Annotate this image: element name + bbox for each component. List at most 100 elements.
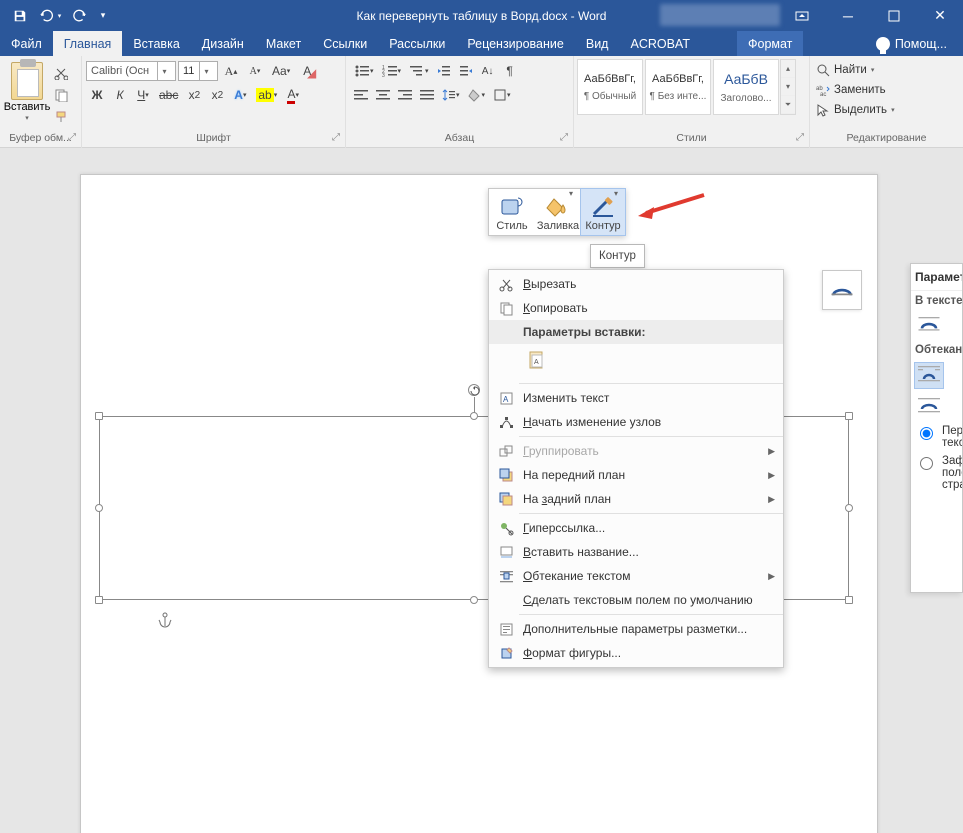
ctx-item-label: Гиперссылка... — [523, 521, 605, 535]
select-button[interactable]: Выделить▾ — [810, 100, 963, 120]
align-center-button[interactable] — [372, 84, 394, 106]
text-effects-button[interactable]: A▾ — [229, 84, 251, 106]
send-back-icon — [497, 490, 515, 508]
change-case-button[interactable]: Aa▾ — [268, 60, 294, 82]
ribbon-tabs: Файл Главная Вставка Дизайн Макет Ссылки… — [0, 31, 963, 56]
ctx-cut[interactable]: Вырезать — [489, 272, 783, 296]
bullets-button[interactable]: ▾ — [350, 60, 378, 82]
tab-insert[interactable]: Вставка — [122, 31, 190, 56]
mini-style-button[interactable]: Стиль — [489, 189, 535, 235]
tab-format-contextual[interactable]: Формат — [737, 31, 803, 56]
style-no-spacing[interactable]: АаБбВвГг,¶ Без инте... — [645, 59, 711, 115]
align-left-button[interactable] — [350, 84, 372, 106]
multilevel-list-button[interactable]: ▾ — [405, 60, 433, 82]
format-painter-button[interactable] — [50, 106, 72, 128]
paste-button[interactable]: Вставить ▾ — [4, 60, 50, 132]
dialog-launcher-icon[interactable]: ⤢ — [66, 132, 78, 144]
shading-button[interactable]: ▾ — [464, 84, 490, 106]
tab-mailings[interactable]: Рассылки — [378, 31, 456, 56]
line-spacing-button[interactable]: ▾ — [438, 84, 464, 106]
clear-formatting-button[interactable]: A◢ — [296, 60, 318, 82]
dialog-launcher-icon[interactable]: ⤢ — [558, 132, 570, 144]
ctx-bring-front[interactable]: На передний план▶ — [489, 463, 783, 487]
cut-button[interactable] — [50, 62, 72, 84]
sort-button[interactable]: A↓ — [477, 60, 499, 82]
ctx-edit-text[interactable]: AИзменить текст — [489, 386, 783, 410]
minimize-button[interactable]: ─ — [825, 0, 871, 31]
shrink-font-button[interactable]: A▾ — [244, 60, 266, 82]
copy-button[interactable] — [50, 84, 72, 106]
ctx-format[interactable]: Формат фигуры... — [489, 641, 783, 665]
ribbon-display-options[interactable] — [779, 0, 825, 31]
grow-font-button[interactable]: A▴ — [220, 60, 242, 82]
tab-file[interactable]: Файл — [0, 31, 53, 56]
highlight-button[interactable]: ab▾ — [252, 84, 281, 106]
object-anchor-icon — [158, 612, 172, 631]
ctx-link[interactable]: Гиперссылка... — [489, 516, 783, 540]
tell-me-search[interactable]: Помощ... — [876, 31, 947, 56]
tab-references[interactable]: Ссылки — [312, 31, 378, 56]
dialog-launcher-icon[interactable]: ⤢ — [330, 132, 342, 144]
ctx-item[interactable]: Сделать текстовым полем по умолчанию — [489, 588, 783, 612]
styles-scroll[interactable]: ▴▾⏷ — [780, 59, 796, 115]
layout-opt-through[interactable] — [914, 393, 944, 420]
rotation-handle[interactable] — [468, 384, 480, 396]
layout-radio-fix-position[interactable]: Зафполостран — [911, 452, 962, 494]
redo-button[interactable] — [66, 0, 94, 31]
mini-outline-button[interactable]: ▾ Контур — [580, 188, 626, 236]
svg-text:ac: ac — [820, 92, 826, 97]
mini-fill-button[interactable]: ▾ Заливка — [535, 189, 581, 235]
style-normal[interactable]: АаБбВвГг,¶ Обычный — [577, 59, 643, 115]
ctx-more[interactable]: Дополнительные параметры разметки... — [489, 617, 783, 641]
bold-button[interactable]: Ж — [86, 84, 108, 106]
group-clipboard-label: Буфер обм...⤢ — [0, 132, 81, 148]
layout-options-button[interactable] — [822, 270, 862, 310]
tab-acrobat[interactable]: ACROBAT — [619, 31, 701, 56]
tab-review[interactable]: Рецензирование — [456, 31, 575, 56]
close-button[interactable]: ✕ — [917, 0, 963, 31]
tab-design[interactable]: Дизайн — [191, 31, 255, 56]
italic-button[interactable]: К — [109, 84, 131, 106]
increase-indent-button[interactable] — [455, 60, 477, 82]
style-heading1[interactable]: АаБбВЗаголово... — [713, 59, 779, 115]
strikethrough-button[interactable]: abc — [155, 84, 182, 106]
layout-opt-inline[interactable] — [914, 313, 944, 338]
chevron-right-icon: ▶ — [768, 470, 775, 481]
font-name-combo[interactable]: Calibri (Осн▾ — [86, 61, 176, 81]
tab-view[interactable]: Вид — [575, 31, 620, 56]
ctx-edit-points[interactable]: Начать изменение узлов — [489, 410, 783, 434]
layout-radio-move-with-text[interactable]: Пертекс — [911, 422, 962, 452]
lightbulb-icon — [876, 37, 890, 51]
align-right-button[interactable] — [394, 84, 416, 106]
layout-opt-square[interactable] — [914, 362, 944, 389]
document-area[interactable]: Параметр В тексте Обтекани Пертекс Зафпо… — [0, 148, 963, 833]
dialog-launcher-icon[interactable]: ⤢ — [794, 132, 806, 144]
undo-button[interactable]: ▾ — [36, 0, 64, 31]
subscript-button[interactable]: x2 — [183, 84, 205, 106]
justify-button[interactable] — [416, 84, 438, 106]
ribbon: Вставить ▾ Буфер обм...⤢ Calibri (Осн▾ 1… — [0, 56, 963, 148]
ctx-caption[interactable]: Вставить название... — [489, 540, 783, 564]
tab-home[interactable]: Главная — [53, 31, 123, 56]
paste-option-keep-formatting[interactable]: A — [523, 347, 551, 375]
maximize-button[interactable] — [871, 0, 917, 31]
find-button[interactable]: Найти▾ — [810, 60, 963, 80]
font-size-combo[interactable]: 11▾ — [178, 61, 218, 81]
font-color-button[interactable]: A▾ — [282, 84, 304, 106]
underline-button[interactable]: Ч▾ — [132, 84, 154, 106]
show-paragraph-marks-button[interactable]: ¶ — [499, 60, 521, 82]
ctx-copy[interactable]: Копировать — [489, 296, 783, 320]
save-button[interactable] — [6, 0, 34, 31]
decrease-indent-button[interactable] — [433, 60, 455, 82]
replace-button[interactable]: abacЗаменить — [810, 80, 963, 100]
ctx-send-back[interactable]: На задний план▶ — [489, 487, 783, 511]
tab-layout[interactable]: Макет — [255, 31, 312, 56]
borders-button[interactable]: ▾ — [489, 84, 515, 106]
group-paragraph-label: Абзац⤢ — [346, 132, 573, 148]
group-clipboard: Вставить ▾ Буфер обм...⤢ — [0, 56, 82, 148]
superscript-button[interactable]: x2 — [206, 84, 228, 106]
outline-icon: ▾ — [590, 194, 616, 220]
ctx-wrap[interactable]: Обтекание текстом▶ — [489, 564, 783, 588]
customize-qat-button[interactable]: ▾ — [96, 0, 110, 31]
numbering-button[interactable]: 123▾ — [378, 60, 406, 82]
